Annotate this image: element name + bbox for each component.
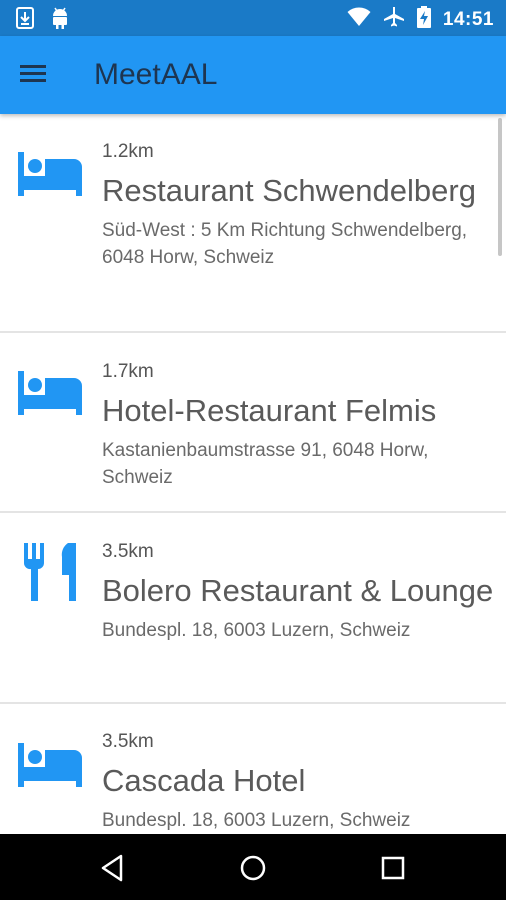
back-icon[interactable]: [97, 852, 129, 884]
item-address: Kastanienbaumstrasse 91, 6048 Horw, Schw…: [102, 440, 429, 488]
navigation-bar: [0, 834, 506, 900]
status-bar: 14:51: [0, 0, 506, 36]
download-icon: [16, 7, 34, 34]
android-icon: [50, 7, 70, 34]
battery-charging-icon: [416, 6, 431, 33]
home-icon[interactable]: [237, 852, 269, 884]
scrollbar-thumb[interactable]: [498, 118, 502, 256]
item-name: Cascada Hotel: [102, 763, 306, 798]
item-name: Restaurant Schwendelberg: [102, 173, 476, 208]
item-name: Bolero Restaurant & Lounge: [102, 573, 494, 608]
app-bar: MeetAAL: [0, 36, 506, 114]
airplane-mode-icon: [383, 6, 405, 33]
places-list[interactable]: 1.2km Restaurant Schwendelberg Süd-West …: [0, 114, 506, 834]
item-distance: 1.7km: [102, 361, 154, 382]
item-name: Hotel-Restaurant Felmis: [102, 393, 437, 428]
item-distance: 1.2km: [102, 141, 154, 162]
item-address: Süd-West : 5 Km Richtung Schwendelberg, …: [102, 220, 468, 268]
recents-icon[interactable]: [377, 852, 409, 884]
list-item-cascada-hotel[interactable]: 3.5km Cascada Hotel Bundespl. 18, 6003 L…: [0, 704, 506, 834]
app-title: MeetAAL: [94, 58, 218, 91]
list-item-hotel-restaurant-felmis[interactable]: 1.7km Hotel-Restaurant Felmis Kastanienb…: [0, 333, 506, 513]
status-time: 14:51: [442, 8, 494, 30]
hotel-bed-icon: [18, 743, 82, 792]
item-distance: 3.5km: [102, 541, 154, 562]
list-item-bolero-restaurant-lounge[interactable]: 3.5km Bolero Restaurant & Lounge Bundesp…: [0, 513, 506, 704]
restaurant-fork-knife-icon: [23, 543, 78, 606]
hotel-bed-icon: [18, 371, 82, 420]
hamburger-menu-icon[interactable]: [20, 60, 60, 90]
hotel-bed-icon: [18, 152, 82, 201]
list-item-restaurant-schwendelberg[interactable]: 1.2km Restaurant Schwendelberg Süd-West …: [0, 114, 506, 333]
item-address: Bundespl. 18, 6003 Luzern, Schweiz: [102, 620, 411, 641]
wifi-icon: [347, 7, 371, 32]
item-distance: 3.5km: [102, 731, 154, 752]
item-address: Bundespl. 18, 6003 Luzern, Schweiz: [102, 810, 411, 831]
